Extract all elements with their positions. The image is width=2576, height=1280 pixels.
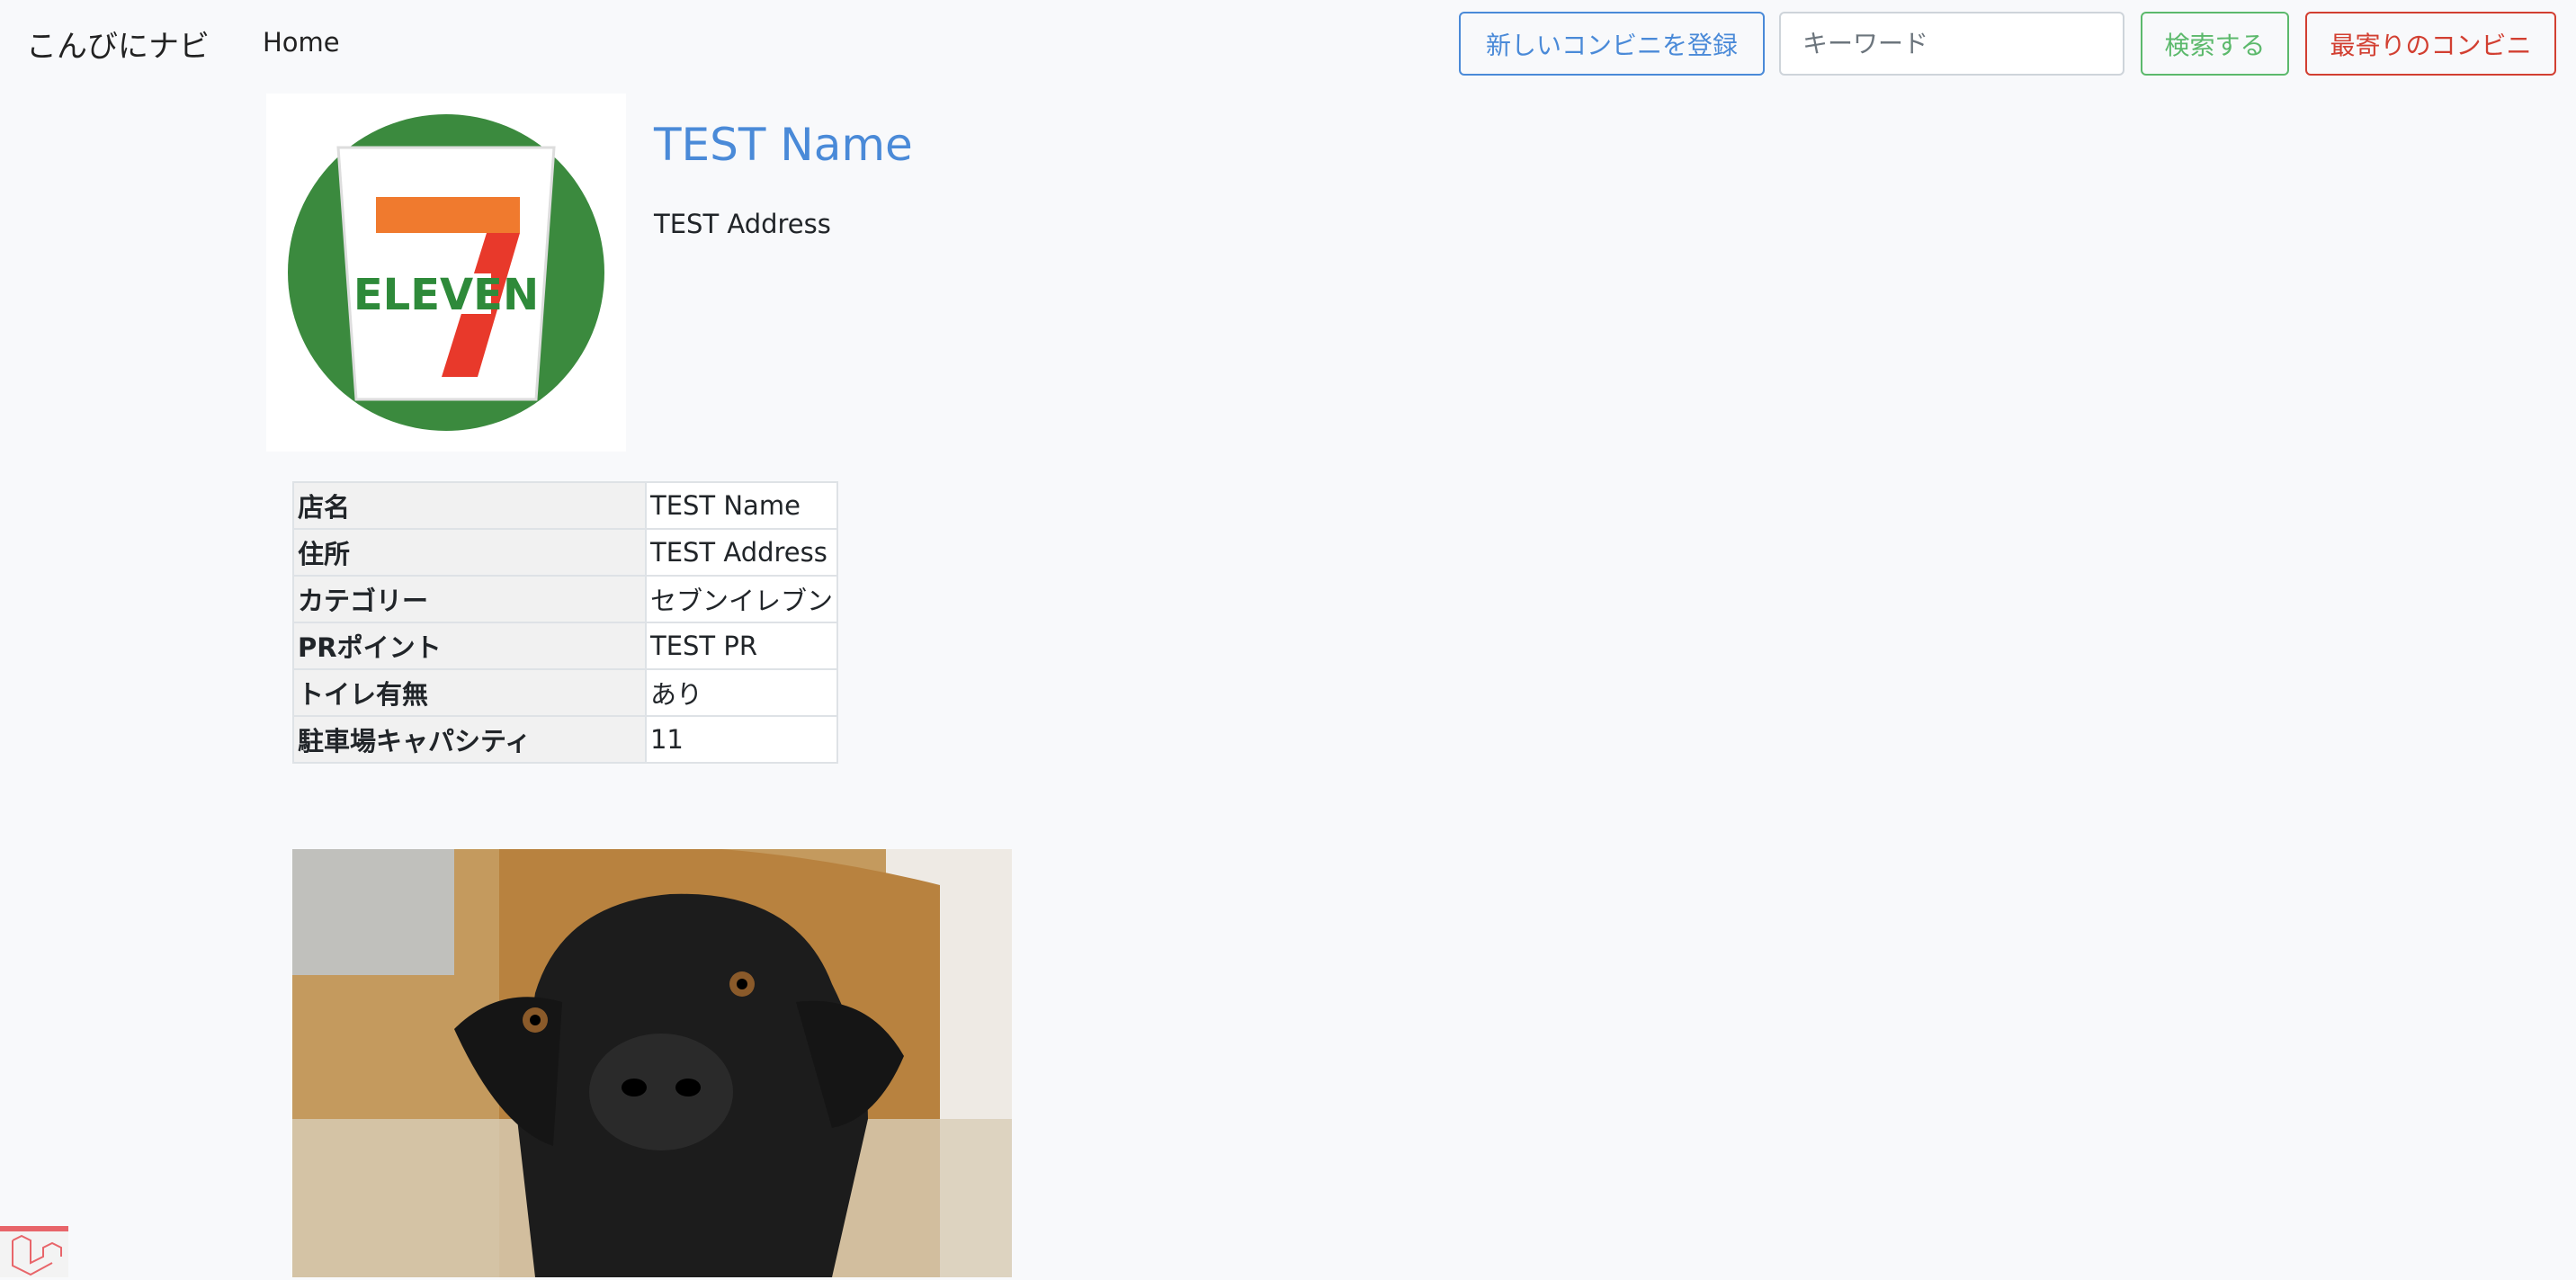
row-value: あり bbox=[644, 668, 839, 717]
store-details-table: 店名 TEST Name 住所 TEST Address カテゴリー セブンイレブン … bbox=[292, 481, 839, 764]
new-store-button[interactable]: 新しいコンビニを登録 bbox=[1459, 12, 1765, 76]
row-label: 住所 bbox=[292, 528, 647, 577]
row-value: TEST PR bbox=[644, 622, 839, 670]
search-button[interactable]: 検索する bbox=[2141, 12, 2289, 76]
store-logo-image: ELEVEN bbox=[266, 94, 626, 452]
row-value: TEST Address bbox=[644, 528, 839, 577]
row-label: トイレ有無 bbox=[292, 668, 647, 717]
store-photo bbox=[292, 849, 1012, 1277]
nav-home-link[interactable]: Home bbox=[263, 27, 340, 58]
row-label: 駐車場キャパシティ bbox=[292, 715, 647, 764]
brand-logo[interactable]: こんびにナビ bbox=[26, 22, 210, 66]
row-label: 店名 bbox=[292, 481, 647, 530]
table-row: カテゴリー セブンイレブン bbox=[292, 575, 839, 623]
row-label: PRポイント bbox=[292, 622, 647, 670]
table-row: PRポイント TEST PR bbox=[292, 622, 839, 670]
table-row: トイレ有無 あり bbox=[292, 668, 839, 717]
row-value: セブンイレブン bbox=[644, 575, 839, 623]
logo-text: ELEVEN bbox=[353, 270, 539, 320]
store-address: TEST Address bbox=[654, 209, 831, 239]
table-row: 住所 TEST Address bbox=[292, 528, 839, 577]
row-value: TEST Name bbox=[644, 481, 839, 530]
nearest-store-button[interactable]: 最寄りのコンビニ bbox=[2305, 12, 2556, 76]
laravel-debug-icon[interactable] bbox=[0, 1226, 68, 1277]
row-value: 11 bbox=[644, 715, 839, 764]
row-label: カテゴリー bbox=[292, 575, 647, 623]
table-row: 駐車場キャパシティ 11 bbox=[292, 715, 839, 764]
table-row: 店名 TEST Name bbox=[292, 481, 839, 530]
keyword-input[interactable] bbox=[1779, 12, 2124, 76]
store-name-heading: TEST Name bbox=[654, 119, 913, 171]
